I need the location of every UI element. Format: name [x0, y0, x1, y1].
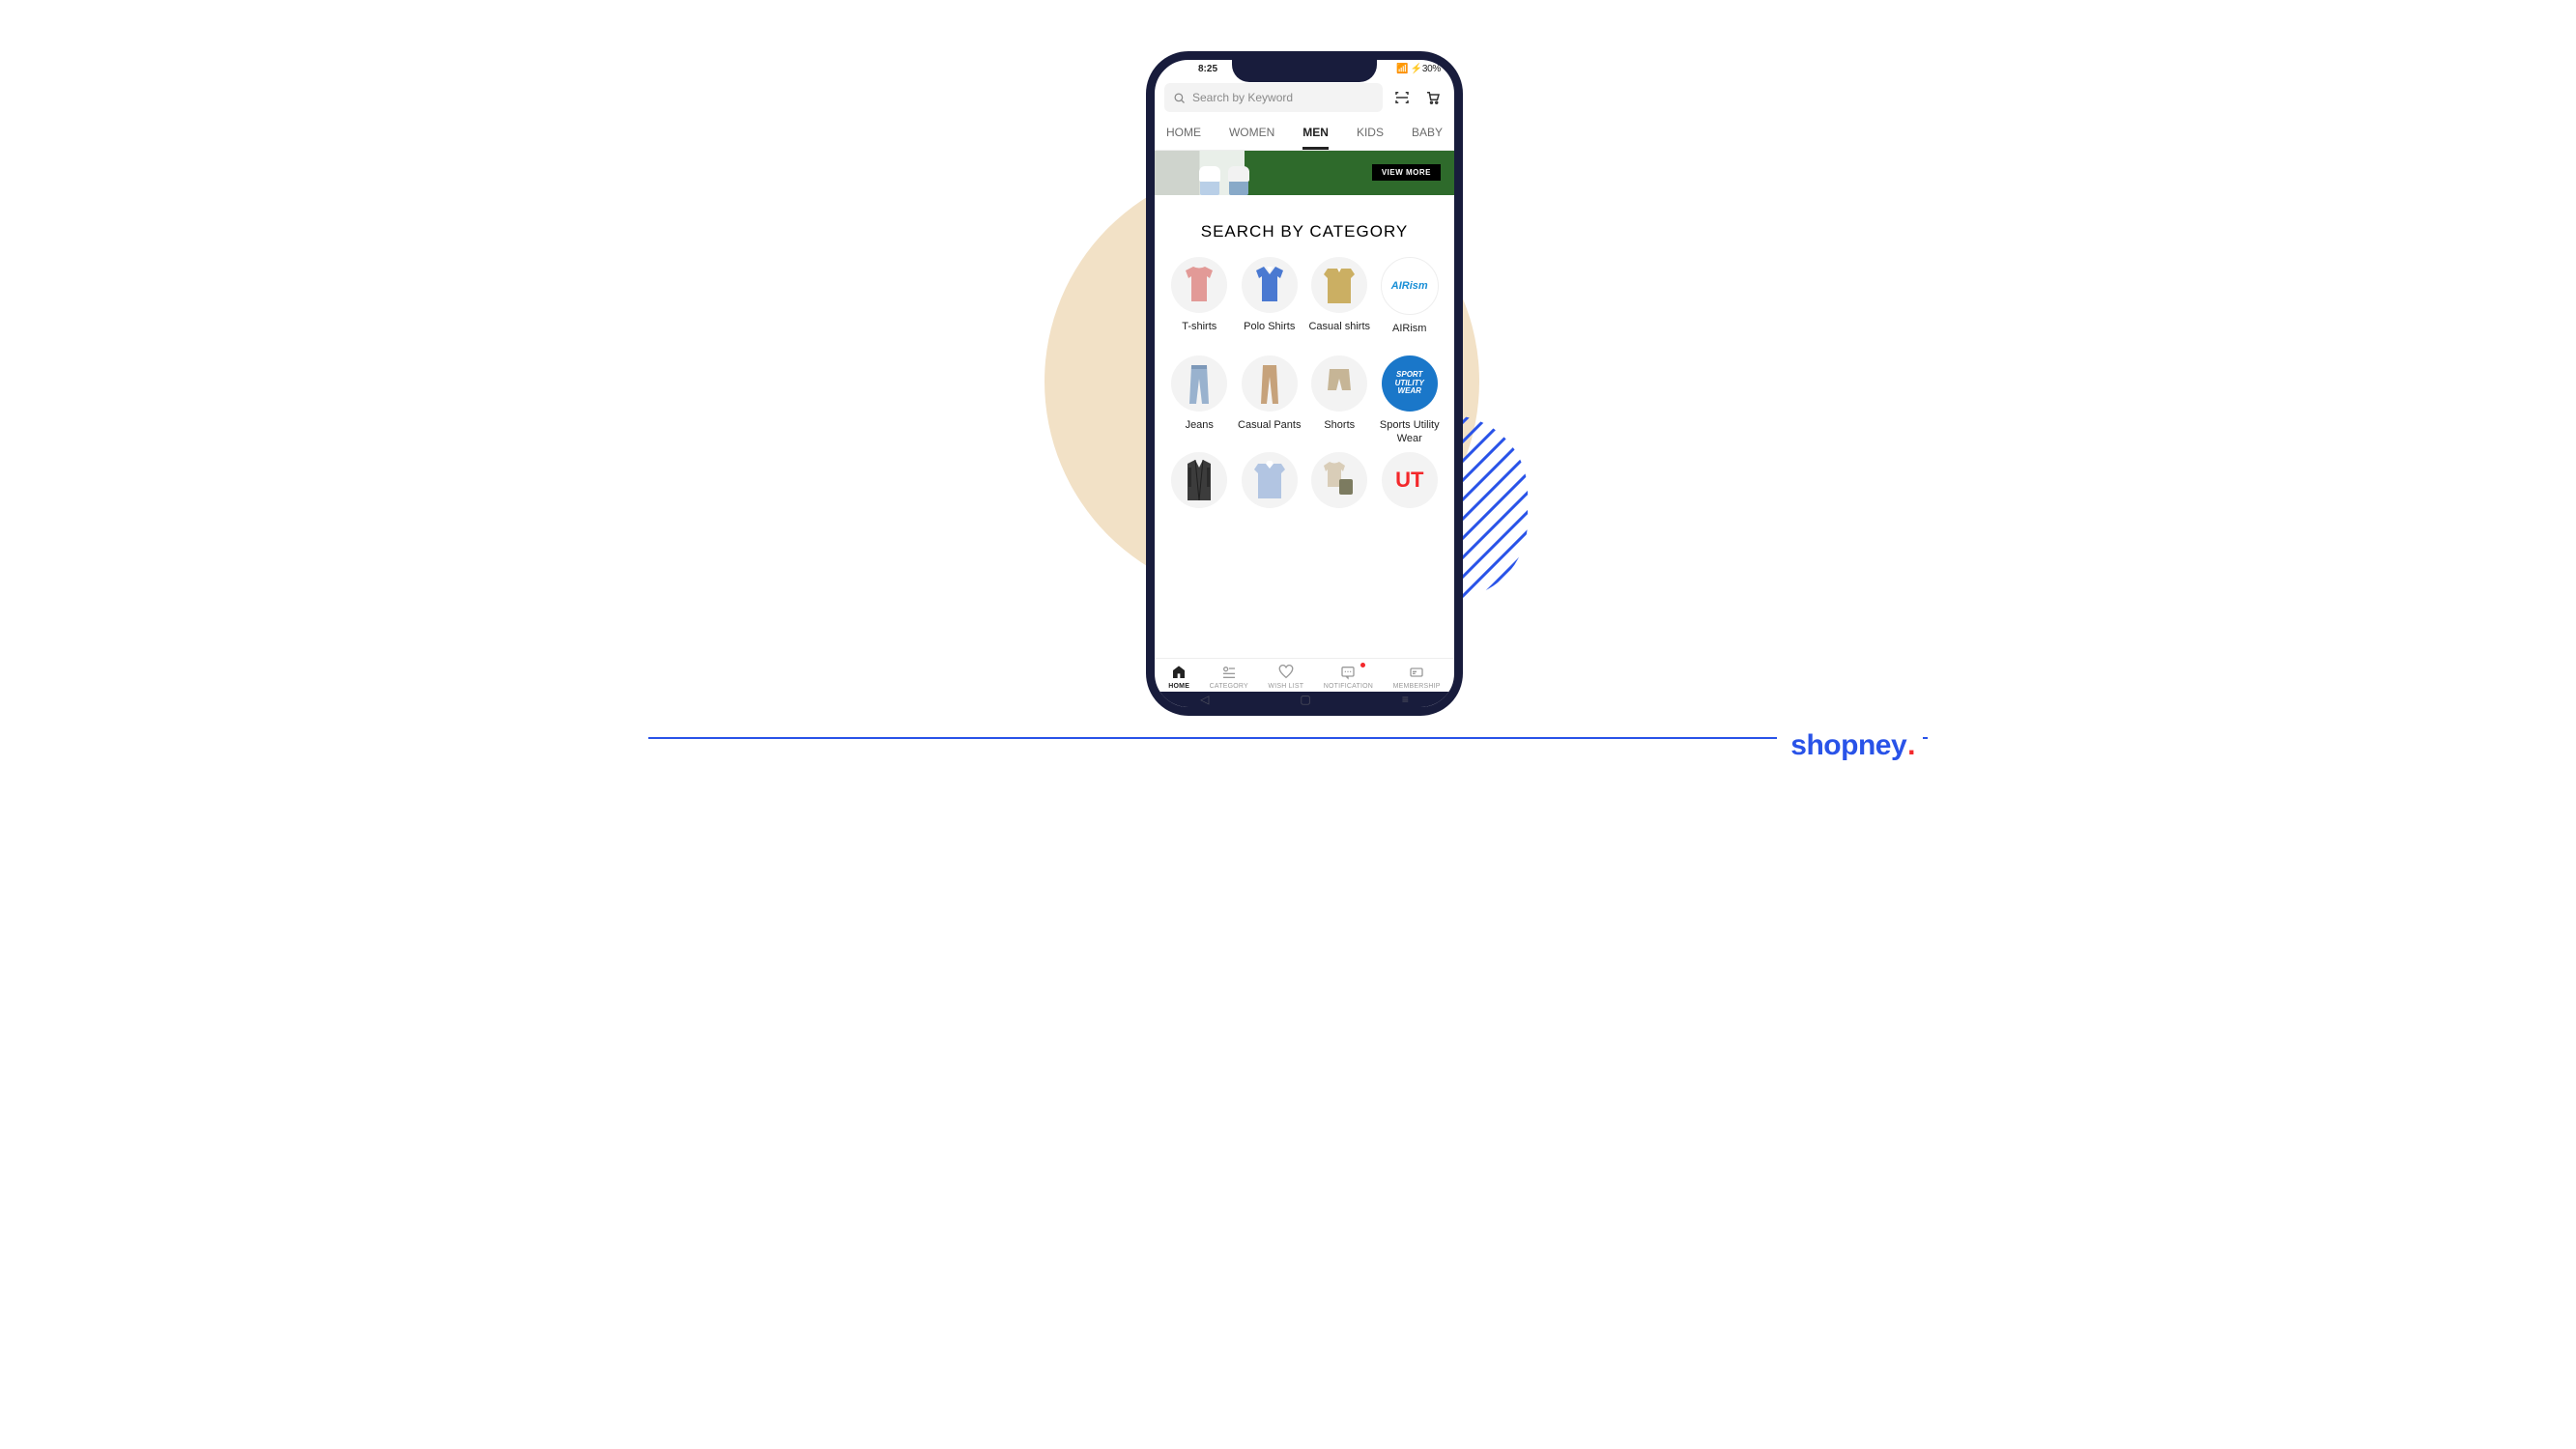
category-item[interactable]: Shorts [1306, 355, 1373, 446]
brand-logo: shopney. [1777, 724, 1923, 762]
category-bubble [1171, 452, 1227, 508]
tab-women[interactable]: WOMEN [1229, 122, 1274, 150]
tab-home[interactable]: HOME [1166, 122, 1201, 150]
cart-button[interactable] [1421, 86, 1445, 109]
status-time: 8:25 [1198, 64, 1217, 74]
brand-text: shopney [1790, 729, 1906, 761]
nav-recent-icon[interactable]: ≡ [1402, 693, 1409, 706]
category-label: AIRism [1392, 323, 1426, 350]
category-bubble [1311, 355, 1367, 412]
category-bubble: UT [1382, 452, 1438, 508]
scan-icon [1393, 89, 1411, 106]
bottomnav-home[interactable]: HOME [1168, 665, 1189, 690]
category-bubble [1171, 355, 1227, 412]
category-item[interactable]: Jeans [1166, 355, 1233, 446]
bottomnav-membership[interactable]: MEMBERSHIP [1393, 665, 1441, 690]
search-input[interactable]: Search by Keyword [1164, 83, 1383, 112]
status-indicators: 📶 ⚡30% [1396, 64, 1441, 74]
bottomnav-wishlist[interactable]: WISH LIST [1268, 665, 1303, 690]
category-tabs: HOME WOMEN MEN KIDS BABY [1155, 114, 1454, 151]
category-item[interactable]: T-shirts [1166, 257, 1233, 350]
tab-men[interactable]: MEN [1302, 122, 1329, 150]
category-item[interactable] [1306, 452, 1373, 543]
hero-banner[interactable]: VIEW MORE [1155, 151, 1454, 195]
category-item[interactable] [1237, 452, 1303, 543]
bottomnav-label: HOME [1168, 683, 1189, 690]
category-bubble: SPORTUTILITYWEAR [1382, 355, 1438, 412]
category-bubble [1311, 257, 1367, 313]
section-title: SEARCH BY CATEGORY [1155, 222, 1454, 242]
category-item[interactable]: AIRism AIRism [1377, 257, 1444, 350]
nav-home-icon[interactable]: ▢ [1300, 693, 1310, 706]
notification-badge [1360, 663, 1365, 668]
category-label: Casual shirts [1308, 321, 1370, 348]
category-label: Jeans [1186, 419, 1214, 446]
bottom-nav: HOME CATEGORY WISH LIST NOTIFICATION MEMBERS… [1155, 658, 1454, 692]
phone-notch [1232, 59, 1377, 82]
search-icon [1172, 91, 1187, 105]
category-label: Sports Utility Wear [1377, 419, 1444, 446]
category-bubble [1171, 257, 1227, 313]
tab-baby[interactable]: BABY [1412, 122, 1443, 150]
screen: Search by Keyword HOME WOMEN MEN KIDS BABY [1155, 60, 1454, 707]
banner-figure [1197, 166, 1222, 195]
phone-frame: 8:25 📶 ⚡30% Search by Keyword [1146, 51, 1463, 716]
bottomnav-notification[interactable]: NOTIFICATION [1324, 665, 1373, 690]
category-bubble [1311, 452, 1367, 508]
category-bubble: AIRism [1381, 257, 1439, 315]
category-bubble [1242, 257, 1298, 313]
home-icon [1170, 665, 1188, 680]
category-item[interactable]: SPORTUTILITYWEAR Sports Utility Wear [1377, 355, 1444, 446]
bottomnav-label: CATEGORY [1210, 683, 1248, 690]
category-item[interactable]: Polo Shirts [1237, 257, 1303, 350]
scan-button[interactable] [1390, 86, 1414, 109]
tab-kids[interactable]: KIDS [1357, 122, 1384, 150]
bottomnav-category[interactable]: CATEGORY [1210, 665, 1248, 690]
membership-icon [1408, 665, 1425, 680]
search-placeholder: Search by Keyword [1192, 91, 1293, 104]
category-icon [1220, 665, 1238, 680]
category-label: Shorts [1324, 419, 1355, 446]
banner-figure [1226, 166, 1251, 195]
footer-divider [648, 737, 1928, 739]
category-label: Polo Shirts [1244, 321, 1295, 348]
view-more-button[interactable]: VIEW MORE [1372, 164, 1441, 181]
category-bubble [1242, 452, 1298, 508]
bottomnav-label: WISH LIST [1268, 683, 1303, 690]
category-bubble [1242, 355, 1298, 412]
category-label: Casual Pants [1238, 419, 1301, 446]
category-item[interactable]: Casual shirts [1306, 257, 1373, 350]
category-grid: T-shirtsPolo ShirtsCasual shirtsAIRismAI… [1155, 257, 1454, 543]
bottomnav-label: NOTIFICATION [1324, 683, 1373, 690]
nav-back-icon[interactable]: ◁ [1200, 693, 1209, 706]
android-navbar: ◁ ▢ ≡ [1155, 692, 1454, 707]
stage: 8:25 📶 ⚡30% Search by Keyword [595, 0, 1981, 780]
category-label: T-shirts [1182, 321, 1216, 348]
bottomnav-label: MEMBERSHIP [1393, 683, 1441, 690]
wishlist-icon [1277, 665, 1295, 680]
cart-icon [1424, 89, 1442, 106]
notification-icon [1339, 665, 1357, 680]
category-item[interactable]: UT [1377, 452, 1444, 543]
category-item[interactable] [1166, 452, 1233, 543]
category-item[interactable]: Casual Pants [1237, 355, 1303, 446]
